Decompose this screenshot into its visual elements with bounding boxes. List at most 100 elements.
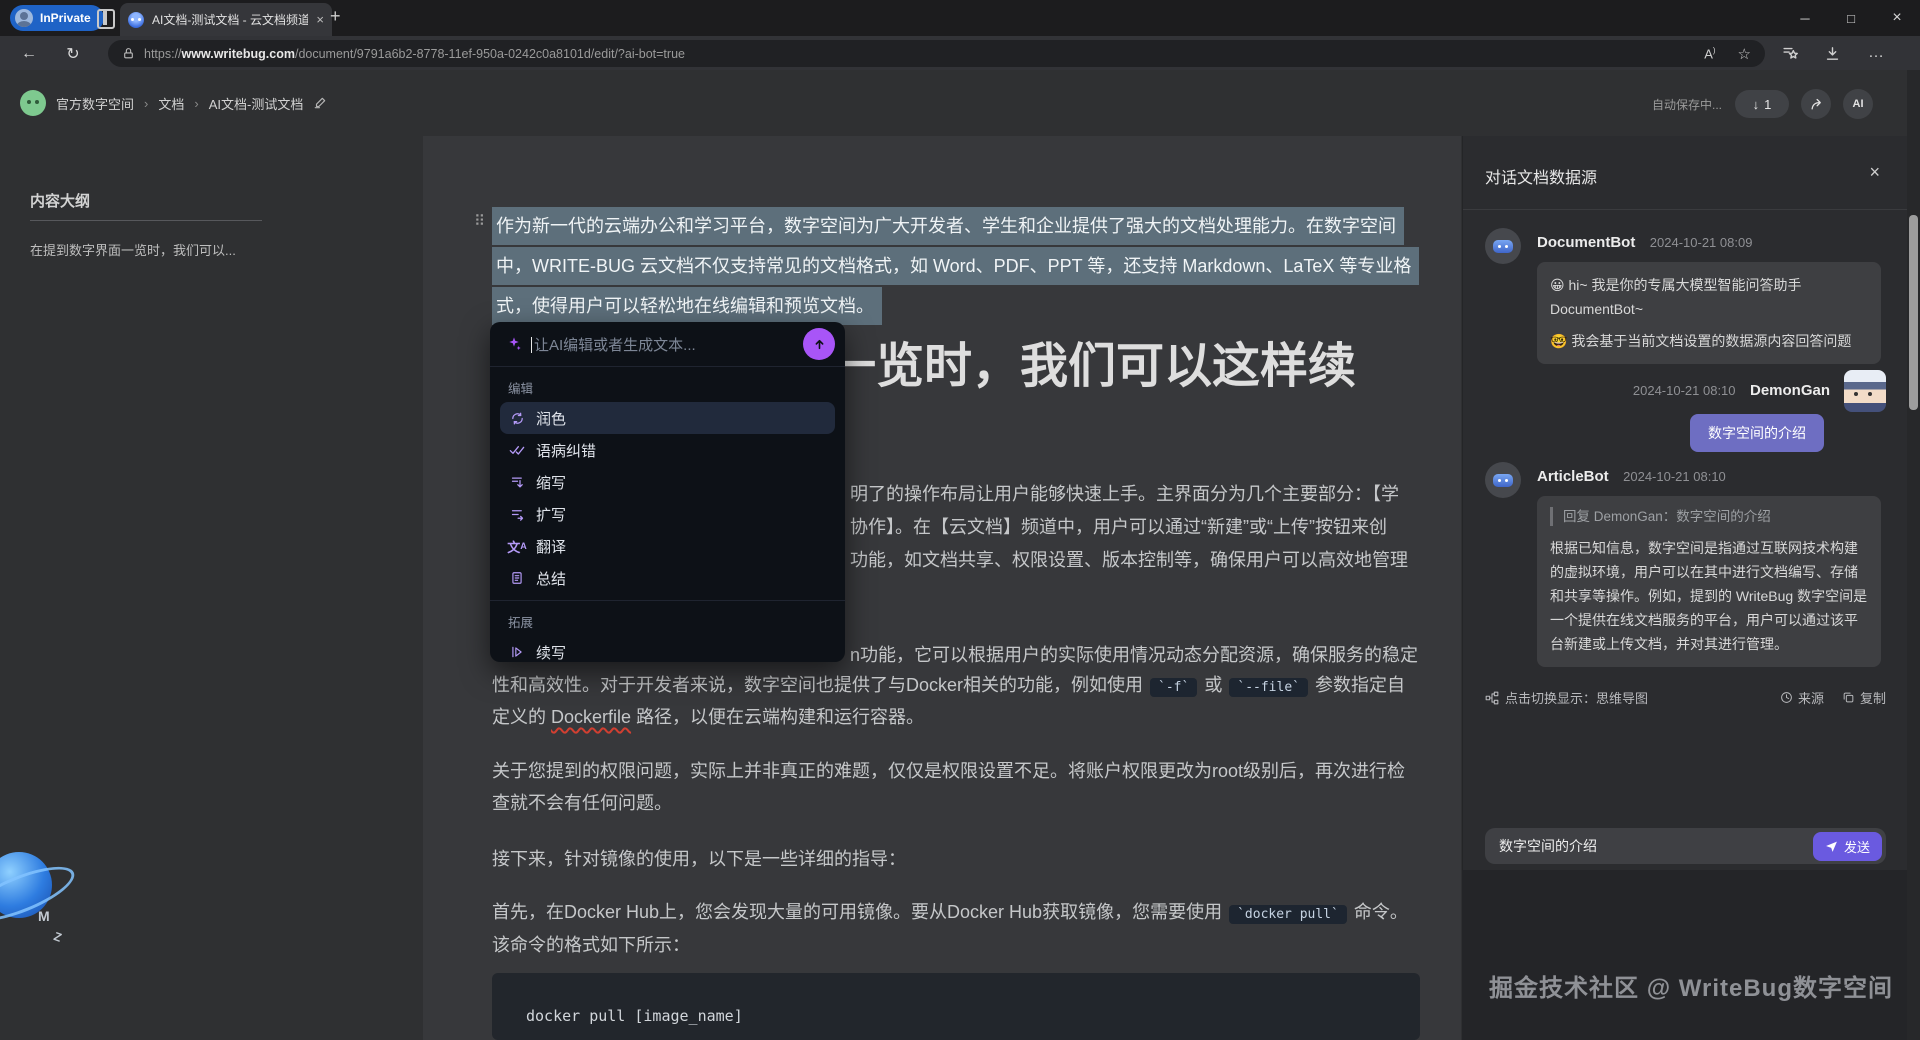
bubble-line: DocumentBot~ (1550, 297, 1868, 321)
copy-icon (1842, 691, 1855, 704)
menu-item-continue-writing[interactable]: 续写 (500, 636, 835, 668)
outline-item[interactable]: 在提到数字界面一览时，我们可以... (30, 240, 236, 259)
tab-favicon-robot-icon (128, 12, 144, 28)
document-text-line[interactable]: 定义的 Dockerfile 路径，以便在云端构建和运行容器。 (492, 703, 924, 729)
source-button[interactable]: 来源 (1780, 688, 1824, 707)
paper-plane-icon (1825, 840, 1838, 853)
breadcrumb-title[interactable]: AI文档-测试文档 (209, 94, 304, 113)
misspelled-word[interactable]: Dockerfile (551, 707, 631, 727)
collections-icon[interactable] (1778, 41, 1802, 65)
inline-code[interactable]: `docker pull` (1229, 905, 1347, 924)
document-text-line[interactable]: 查就不会有任何问题。 (492, 789, 672, 815)
watermark: 掘金技术社区 @ WriteBug数字空间 (1489, 968, 1893, 1003)
menu-item-summarize[interactable]: 总结 (500, 562, 835, 594)
message-time: 2024-10-21 08:10 (1633, 383, 1736, 398)
refresh-button[interactable]: ↻ (60, 41, 86, 67)
document-text-line[interactable]: 明了的操作布局让用户能够快速上手。主界面分为几个主要部分：【学 (850, 480, 1399, 506)
download-count-button[interactable]: ↓ 1 (1735, 90, 1789, 118)
text-run: 定义的 (492, 707, 551, 727)
selected-text-line[interactable]: 作为新一代的云端办公和学习平台，数字空间为广大开发者、学生和企业提供了强大的文档… (492, 207, 1404, 245)
more-menu-icon[interactable]: … (1864, 41, 1888, 65)
window-minimize-button[interactable]: ─ (1782, 0, 1828, 36)
source-label: 来源 (1798, 688, 1824, 707)
document-text-line[interactable]: 关于您提到的权限问题，实际上并非真正的难题，仅仅是权限设置不足。将账户权限更改为… (492, 757, 1405, 783)
document-text-line[interactable]: 协作】。在【云文档】频道中，用户可以通过“新建”或“上传”按钮来创 (850, 513, 1387, 539)
window-maximize-button[interactable]: □ (1828, 0, 1874, 36)
window-close-button[interactable]: × (1874, 0, 1920, 36)
text-run: 命令。 (1354, 902, 1408, 922)
ai-edit-menu: 让AI编辑或者生成文本... 编辑 润色 语病纠错 缩写 (490, 322, 845, 662)
sparkle-wand-icon (506, 336, 522, 352)
scrollbar-thumb[interactable] (1909, 215, 1918, 410)
breadcrumb-space[interactable]: 官方数字空间 (56, 94, 134, 113)
workspaces-icon[interactable] (97, 9, 115, 29)
code-block-text: docker pull [image_name] (526, 1007, 743, 1025)
menu-item-grammar-fix[interactable]: 语病纠错 (500, 434, 835, 466)
chat-bubble: 😀 hi~ 我是你的专属大模型智能问答助手 DocumentBot~ 🤓 我会基… (1537, 262, 1881, 364)
favorite-star-icon[interactable]: ☆ (1738, 45, 1751, 63)
message-meta: 2024-10-21 08:10 DemonGan (1633, 382, 1830, 400)
menu-section-label: 拓展 (490, 601, 845, 636)
back-button[interactable]: ← (16, 41, 42, 67)
site-header: 官方数字空间 › 文档 › AI文档-测试文档 自动保存中... ↓ 1 AI (0, 70, 1907, 136)
read-aloud-icon[interactable]: A) (1704, 46, 1715, 61)
panel-divider (1463, 209, 1908, 210)
mindmap-toggle-label[interactable]: 点击切换显示：思维导图 (1505, 688, 1648, 707)
document-text-line[interactable]: 该命令的格式如下所示： (492, 931, 690, 957)
message-author: DocumentBot (1537, 234, 1635, 251)
chat-input[interactable]: 数字空间的介绍 发送 (1485, 828, 1886, 864)
inprivate-badge[interactable]: InPrivate (10, 5, 104, 31)
ai-assistant-button[interactable]: AI (1843, 89, 1873, 119)
menu-item-label: 润色 (536, 408, 566, 429)
download-icon: ↓ (1753, 97, 1760, 112)
summary-doc-icon (509, 570, 525, 586)
document-text-line[interactable]: n功能，它可以根据用户的实际使用情况动态分配资源，确保服务的稳定 (850, 641, 1418, 667)
code-block[interactable]: docker pull [image_name] (492, 973, 1420, 1040)
chat-input-value: 数字空间的介绍 (1499, 836, 1597, 856)
ai-prompt-input[interactable]: 让AI编辑或者生成文本... (490, 322, 845, 367)
inline-code[interactable]: `-f` (1150, 678, 1197, 697)
menu-item-polish[interactable]: 润色 (500, 402, 835, 434)
new-tab-button[interactable]: + (330, 6, 341, 27)
selected-text-line[interactable]: 中，WRITE-BUG 云文档不仅支持常见的文档格式，如 Word、PDF、PP… (492, 247, 1419, 285)
browser-tab[interactable]: AI文档-测试文档 - 云文档频道 - 官 × (120, 3, 332, 36)
page-scrollbar[interactable] (1907, 70, 1920, 1040)
send-button[interactable]: 发送 (1813, 832, 1882, 861)
translate-icon: 文A (509, 538, 525, 554)
downloads-icon[interactable] (1820, 41, 1844, 65)
copy-button[interactable]: 复制 (1842, 688, 1886, 707)
browser-toolbar: ← ↻ https://www.writebug.com/document/97… (0, 36, 1920, 70)
breadcrumb-docs[interactable]: 文档 (158, 94, 184, 113)
rename-icon[interactable] (313, 96, 327, 110)
expand-icon (509, 506, 525, 522)
document-text-line[interactable]: 接下来，针对镜像的使用，以下是一些详细的指导： (492, 845, 906, 871)
drag-handle-icon[interactable]: ⠿ (474, 212, 483, 230)
assistant-planet-button[interactable]: M Z (0, 852, 106, 962)
menu-item-shorten[interactable]: 缩写 (500, 466, 835, 498)
menu-item-expand[interactable]: 扩写 (500, 498, 835, 530)
copy-label: 复制 (1860, 688, 1886, 707)
url-host: www.writebug.com (182, 47, 295, 61)
ai-label: AI (1853, 98, 1864, 110)
bubble-body: 根据已知信息，数字空间是指通过互联网技术构建的虚拟环境，用户可以在其中进行文档编… (1550, 536, 1868, 656)
menu-item-label: 扩写 (536, 504, 566, 525)
tab-close-icon[interactable]: × (316, 12, 324, 27)
document-text-line[interactable]: 性和高效性。对于开发者来说，数字空间也提供了与Docker相关的功能，例如使用 … (492, 671, 1405, 697)
space-avatar[interactable] (20, 90, 46, 116)
address-bar[interactable]: https://www.writebug.com/document/9791a6… (108, 40, 1765, 67)
autosave-status: 自动保存中... (1652, 96, 1722, 113)
menu-item-translate[interactable]: 文A 翻译 (500, 530, 835, 562)
download-count: 1 (1764, 97, 1771, 112)
document-text-line[interactable]: 首先，在Docker Hub上，您会发现大量的可用镜像。要从Docker Hub… (492, 898, 1408, 924)
selected-text-line[interactable]: 式，使得用户可以轻松地在线编辑和预览文档。 (492, 287, 882, 325)
floating-letter-m: M (38, 908, 50, 924)
document-text-line[interactable]: 功能，如文档共享、权限设置、版本控制等，确保用户可以高效地管理 (850, 546, 1408, 572)
inline-code[interactable]: `--file` (1229, 678, 1308, 697)
chat-close-icon[interactable]: × (1869, 162, 1880, 183)
lock-icon (122, 47, 135, 60)
share-button[interactable] (1801, 89, 1831, 119)
url-path: /document/9791a6b2-8778-11ef-950a-0242c0… (295, 47, 685, 61)
polish-icon (509, 410, 525, 426)
ai-submit-button[interactable] (803, 328, 835, 360)
breadcrumb: 官方数字空间 › 文档 › AI文档-测试文档 (20, 90, 327, 116)
